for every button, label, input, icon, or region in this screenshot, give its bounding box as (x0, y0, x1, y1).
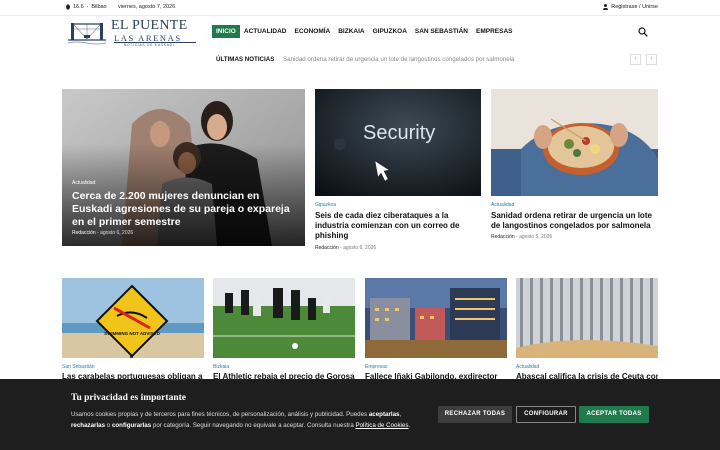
food-author[interactable]: Redacción (491, 234, 515, 240)
hero-category[interactable]: Actualidad (72, 180, 95, 186)
ticker-headline[interactable]: Sanidad ordena retirar de urgencia un lo… (283, 56, 515, 63)
row2-category-3[interactable]: Empresas (365, 364, 388, 370)
football-training-image (213, 278, 355, 358)
reject-all-button[interactable]: RECHAZAR TODAS (438, 406, 512, 423)
row2-category-4[interactable]: Actualidad (516, 364, 539, 370)
cookie-bold-accept: aceptarlas (368, 411, 400, 418)
hero-article[interactable]: Actualidad Cerca de 2.200 mujeres denunc… (62, 89, 305, 246)
city-buildings-image (365, 278, 507, 358)
row2-image-2[interactable] (213, 278, 355, 358)
security-image-word: Security (363, 122, 435, 144)
cookie-text-part-3: o (105, 421, 112, 429)
login-link[interactable]: Registrase / Unirse (602, 4, 658, 10)
cookie-text-part-5: . (408, 421, 411, 429)
security-date: agosto 6, 2026 (343, 245, 377, 251)
site-header: EL PUENTE LAS ARENAS NOTICIAS DE EUSKADI… (0, 16, 720, 48)
security-meta: Redacción - agosto 6, 2026 (315, 245, 376, 251)
security-article-image[interactable]: Security (315, 89, 481, 196)
nav-item-actualidad[interactable]: Actualidad (240, 25, 291, 38)
security-meta-separator: - (340, 245, 342, 251)
hero-meta: Redacción - agosto 6, 2026 (72, 230, 133, 236)
cookie-text-part-4: por categoría. Seguir navegando no equiv… (151, 421, 356, 429)
food-date: agosto 5, 2026 (519, 234, 553, 240)
row2-category-2[interactable]: Bizkaia (213, 364, 229, 370)
fence-sand-image (516, 278, 658, 358)
beach-warning-sign-image: SWIMMING NOT ADVISED (62, 278, 204, 358)
cookie-bold-reject: rechazarlas (71, 421, 106, 429)
nav-item-bizkaia[interactable]: Bizkaia (334, 25, 368, 38)
hero-date: agosto 6, 2026 (100, 230, 134, 236)
food-meta: Redacción - agosto 5, 2026 (491, 234, 552, 240)
sign-text: SWIMMING NOT ADVISED (104, 331, 161, 336)
security-image: Security (315, 89, 481, 196)
cookie-bold-configure: configurarlas (111, 421, 152, 429)
hero-meta-separator: - (97, 230, 99, 236)
logo-title: EL PUENTE (111, 18, 188, 33)
row2-image-3[interactable] (365, 278, 507, 358)
bridge-logo-icon (66, 20, 108, 46)
cookie-text: Usamos cookies propias y de terceros par… (71, 410, 431, 431)
degree-symbol: ° (86, 4, 89, 10)
site-logo[interactable]: EL PUENTE LAS ARENAS NOTICIAS DE EUSKADI (66, 18, 201, 48)
ticker-prev-button[interactable]: ‹ (630, 54, 641, 65)
food-image (491, 89, 658, 196)
main-nav: Inicio Actualidad Economía Bizkaia Gipuz… (212, 25, 516, 38)
food-article-image[interactable] (491, 89, 658, 196)
ticker-label: ÚLTIMAS NOTICIAS (216, 56, 275, 63)
cookie-banner: Tu privacidad es importante Usamos cooki… (0, 379, 720, 450)
row2-category-1[interactable]: San Sebastián (62, 364, 95, 370)
accept-all-button[interactable]: ACEPTAR TODAS (579, 406, 649, 423)
cookie-text-part-1: Usamos cookies propias y de terceros par… (71, 411, 369, 418)
food-meta-separator: - (516, 234, 518, 240)
login-label: Registrase / Unirse (611, 4, 658, 10)
top-bar: 16.6 ° Bilbao viernes, agosto 7, 2026 Reg… (0, 0, 720, 16)
cookie-title: Tu privacidad es importante (71, 393, 186, 403)
weather-temp: 16.6 (73, 4, 84, 10)
nav-item-san-sebastian[interactable]: San Sebastián (411, 25, 472, 38)
cookie-policy-link[interactable]: Política de Cookies (355, 422, 408, 429)
nav-item-economia[interactable]: Economía (290, 25, 334, 38)
cookie-text-part-2: , (399, 411, 402, 418)
ticker-next-button[interactable]: › (646, 54, 657, 65)
security-title[interactable]: Seis de cada diez ciberataques a la indu… (315, 211, 477, 240)
configure-button[interactable]: CONFIGURAR (516, 406, 576, 423)
moon-icon (64, 4, 70, 10)
nav-item-empresas[interactable]: Empresas (472, 25, 516, 38)
current-date: viernes, agosto 7, 2026 (118, 4, 176, 10)
hero-author[interactable]: Redacción (72, 230, 96, 236)
search-icon[interactable] (638, 27, 648, 37)
weather-widget: 16.6 ° Bilbao (64, 4, 107, 10)
row2-image-4[interactable] (516, 278, 658, 358)
nav-item-inicio[interactable]: Inicio (212, 25, 240, 38)
security-author[interactable]: Redacción (315, 245, 339, 251)
news-ticker: ÚLTIMAS NOTICIAS Sanidad ordena retirar … (216, 54, 660, 66)
food-category[interactable]: Actualidad (491, 202, 514, 208)
user-icon (602, 4, 608, 10)
row2-image-1[interactable]: SWIMMING NOT ADVISED (62, 278, 204, 358)
nav-item-gipuzkoa[interactable]: Gipuzkoa (369, 25, 411, 38)
weather-city: Bilbao (91, 4, 107, 10)
food-title[interactable]: Sanidad ordena retirar de urgencia un lo… (491, 211, 658, 231)
security-category[interactable]: Gipuzkoa (315, 202, 336, 208)
logo-tagline: NOTICIAS DE EUSKADI (124, 43, 175, 47)
hero-title[interactable]: Cerca de 2.200 mujeres denuncian en Eusk… (72, 190, 292, 228)
